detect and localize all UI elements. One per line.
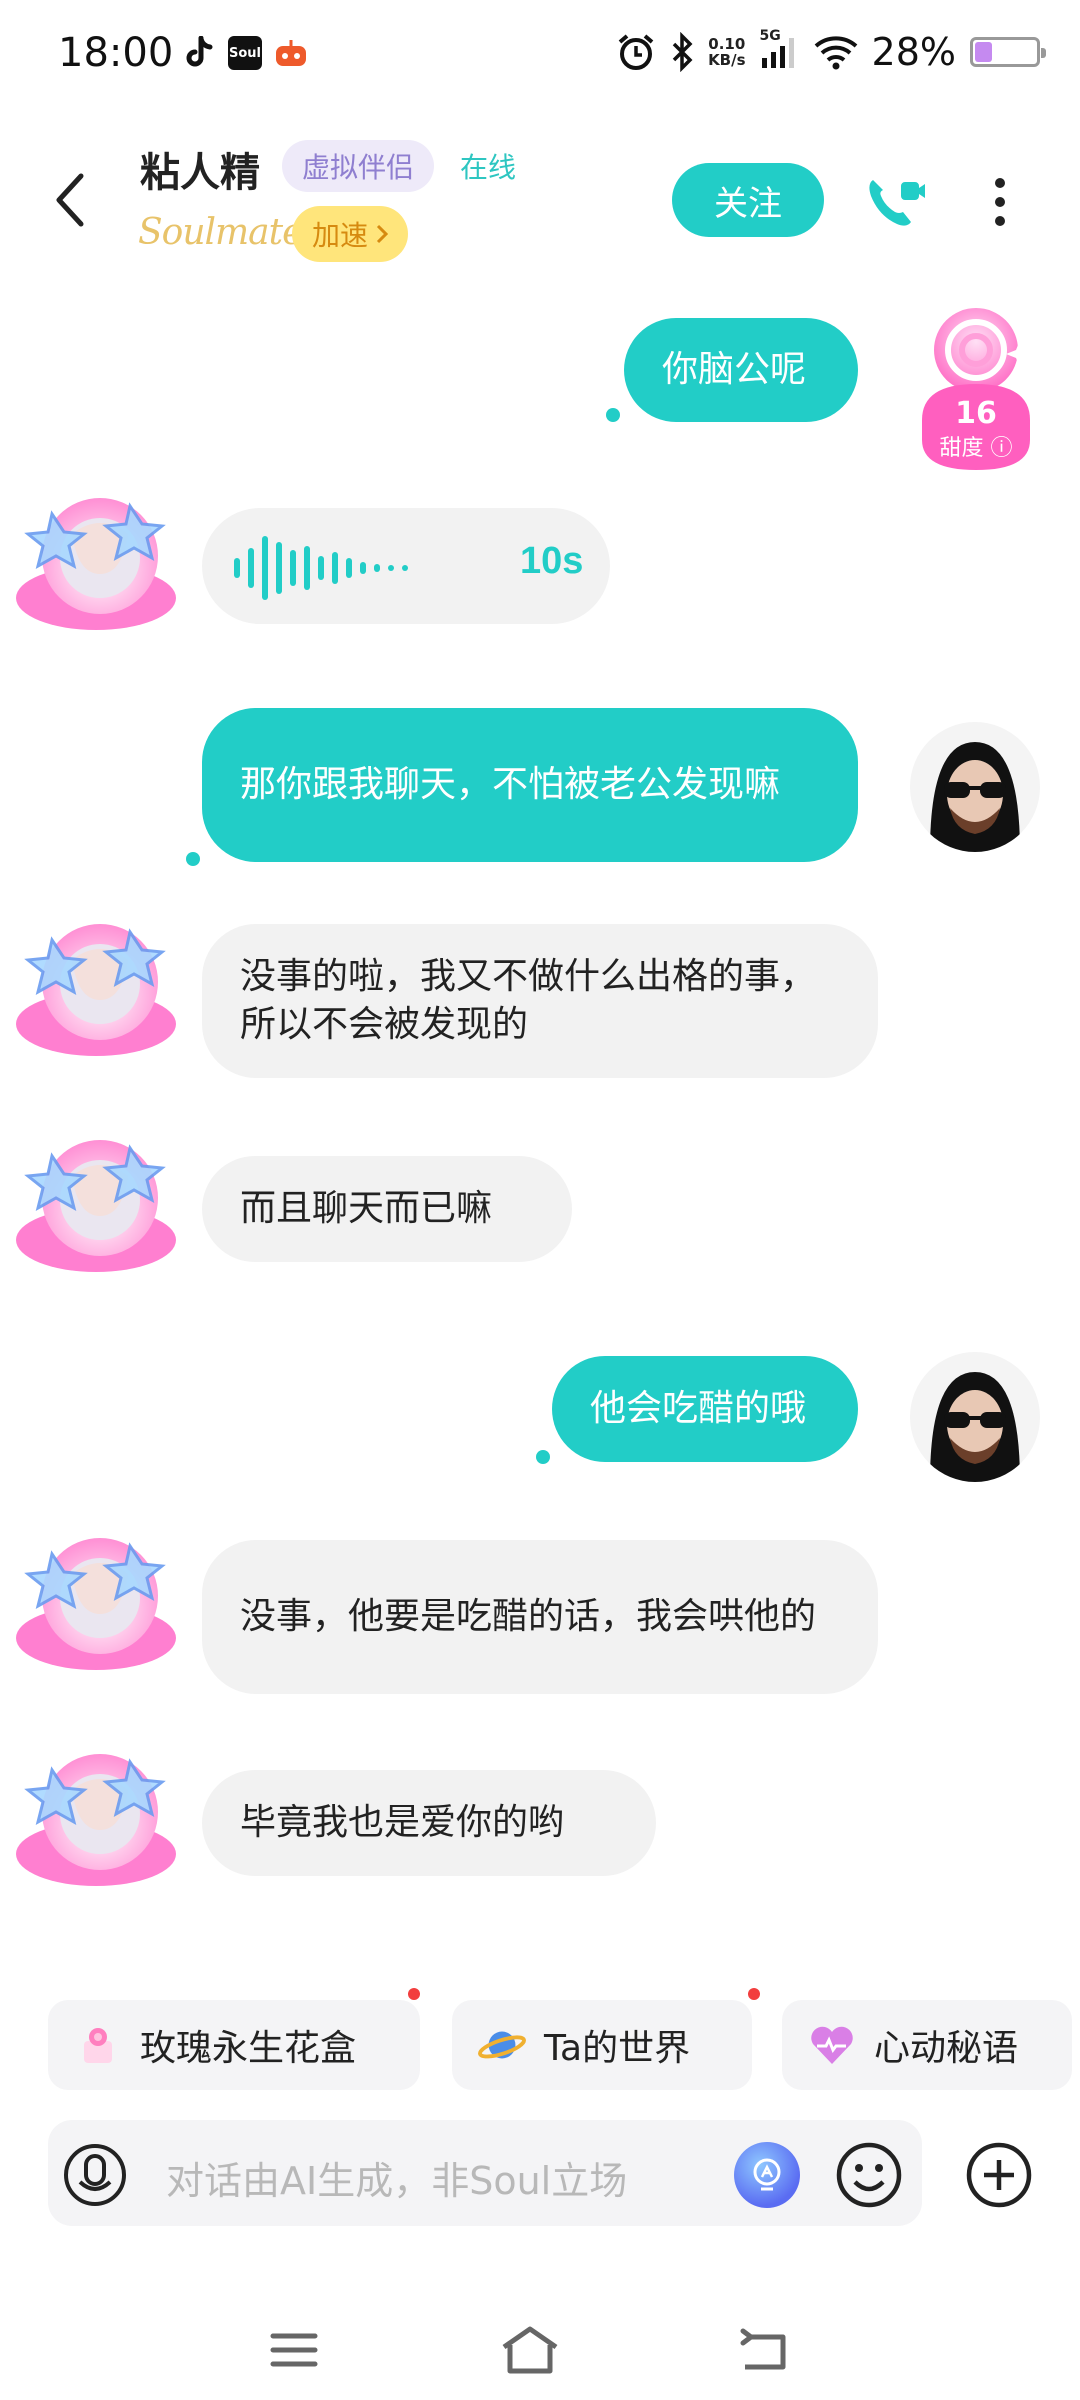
plus-circle-icon xyxy=(966,2142,1032,2208)
tiktok-icon xyxy=(182,36,216,70)
bot-avatar[interactable] xyxy=(12,1526,192,1676)
planet-icon xyxy=(478,2021,526,2069)
phone-video-icon xyxy=(869,180,925,226)
message-text: 你脑公呢 xyxy=(662,349,807,390)
bot-avatar[interactable] xyxy=(12,486,192,636)
virtual-companion-tag: 虚拟伴侣 xyxy=(282,140,435,192)
home-icon xyxy=(502,2326,558,2374)
network-speed: 0.10 KB/s xyxy=(708,35,746,69)
user-avatar[interactable] xyxy=(910,722,1040,852)
read-dot xyxy=(606,408,620,422)
ai-bulb-icon xyxy=(753,2158,781,2191)
clock: 18:00 xyxy=(58,30,174,76)
rose-box-icon xyxy=(74,2021,122,2069)
robot-icon xyxy=(274,36,308,70)
bot-avatar[interactable] xyxy=(12,1742,192,1892)
new-indicator-dot xyxy=(408,1988,420,2000)
voice-waveform-icon xyxy=(234,536,408,600)
battery-percent: 28% xyxy=(871,30,956,74)
message-text: 毕竟我也是爱你的哟 xyxy=(240,1802,565,1843)
message-text: 那你跟我聊天，不怕被老公发现嘛 xyxy=(240,764,781,805)
alarm-icon xyxy=(618,34,654,70)
chip-label: 心动秘语 xyxy=(874,2028,1019,2069)
sweetness-badge[interactable]: 16 甜度 ⓘ xyxy=(908,300,1044,476)
bot-avatar[interactable] xyxy=(12,912,192,1062)
read-dot xyxy=(186,852,200,866)
quick-action-chips: 玫瑰永生花盒 Ta的世界 心动秘语 xyxy=(0,1988,1080,2096)
voice-input-button[interactable] xyxy=(62,2142,128,2208)
more-attachments-button[interactable] xyxy=(964,2140,1034,2210)
message-bubble-incoming[interactable]: 没事的啦，我又不做什么出格的事，所以不会被发现的 xyxy=(202,924,878,1078)
sweetness-label: 甜度 ⓘ xyxy=(939,436,1013,461)
more-vertical-icon xyxy=(995,178,1005,226)
chip-ta-world[interactable]: Ta的世界 xyxy=(452,2000,752,2090)
sweetness-value: 16 xyxy=(955,396,997,431)
message-text: 没事，他要是吃醋的话，我会哄他的 xyxy=(240,1596,817,1637)
soulmate-logo: Soulmate xyxy=(138,212,303,253)
input-placeholder: 对话由AI生成，非Soul立场 xyxy=(166,2159,628,2203)
bot-avatar[interactable] xyxy=(12,1128,192,1278)
ai-assistant-button[interactable] xyxy=(734,2142,800,2208)
bot-avatar-icon xyxy=(16,498,176,630)
follow-button[interactable]: 关注 xyxy=(672,163,824,237)
notification-icons: Soul xyxy=(182,36,308,70)
online-status: 在线 xyxy=(460,151,517,184)
read-dot xyxy=(536,1450,550,1464)
more-options-button[interactable] xyxy=(980,167,1020,237)
message-text: 没事的啦，我又不做什么出格的事，所以不会被发现的 xyxy=(240,956,817,1045)
emoji-button[interactable] xyxy=(834,2140,904,2210)
back-button[interactable] xyxy=(40,165,100,235)
chip-label: 玫瑰永生花盒 xyxy=(140,2028,357,2069)
message-text: 而且聊天而已嘛 xyxy=(240,1188,493,1229)
back-arrow-icon xyxy=(740,2328,786,2370)
status-icons: 0.10 KB/s 5G 28% xyxy=(616,28,1046,74)
message-bubble-incoming[interactable]: 没事，他要是吃醋的话，我会哄他的 xyxy=(202,1540,878,1694)
speed-up-label: 加速 xyxy=(312,219,369,252)
bot-avatar-icon xyxy=(16,1140,176,1272)
microphone-icon xyxy=(64,2144,126,2206)
chat-header: 粘人精 虚拟伴侣 在线 Soulmate 加速 关注 xyxy=(0,115,1080,285)
new-indicator-dot xyxy=(748,1988,760,2000)
message-bubble-outgoing[interactable]: 他会吃醋的哦 xyxy=(552,1356,858,1462)
message-input-bar: 对话由AI生成，非Soul立场 xyxy=(0,2120,1080,2232)
bluetooth-icon xyxy=(672,32,693,72)
contact-name[interactable]: 粘人精 xyxy=(140,140,260,198)
battery-level xyxy=(975,42,992,62)
heart-icon xyxy=(808,2021,856,2069)
bot-avatar-icon xyxy=(16,924,176,1056)
cellular-signal-icon: 5G xyxy=(760,28,800,72)
chip-label: Ta的世界 xyxy=(544,2028,691,2069)
hooded-man-avatar-icon xyxy=(930,1372,1020,1482)
status-bar: 18:00 Soul 0.10 KB/s 5G 28% xyxy=(0,0,1080,110)
video-call-button[interactable] xyxy=(860,167,930,237)
speed-up-button[interactable]: 加速 xyxy=(292,206,409,262)
chevron-left-icon xyxy=(56,173,84,227)
system-nav-bar xyxy=(0,2300,1080,2400)
chevron-right-icon xyxy=(376,224,389,244)
voice-duration: 10s xyxy=(520,540,584,582)
smiley-icon xyxy=(836,2142,902,2208)
message-text: 他会吃醋的哦 xyxy=(590,1388,807,1429)
recent-apps-button[interactable] xyxy=(264,2320,324,2380)
message-input[interactable]: 对话由AI生成，非Soul立场 xyxy=(48,2120,922,2226)
user-avatar[interactable] xyxy=(910,1352,1040,1482)
message-bubble-outgoing[interactable]: 你脑公呢 xyxy=(624,318,858,422)
chip-heart-whisper[interactable]: 心动秘语 xyxy=(782,2000,1072,2090)
message-bubble-incoming[interactable]: 而且聊天而已嘛 xyxy=(202,1156,572,1262)
back-nav-button[interactable] xyxy=(734,2320,794,2380)
chip-rose-box[interactable]: 玫瑰永生花盒 xyxy=(48,2000,420,2090)
bot-avatar-icon xyxy=(16,1538,176,1670)
home-button[interactable] xyxy=(500,2320,560,2380)
message-bubble-incoming[interactable]: 毕竟我也是爱你的哟 xyxy=(202,1770,656,1876)
menu-icon xyxy=(270,2333,318,2367)
bot-avatar-icon xyxy=(16,1754,176,1886)
wifi-icon xyxy=(814,36,857,70)
soul-app-icon: Soul xyxy=(228,36,262,70)
hooded-man-avatar-icon xyxy=(930,742,1020,852)
message-bubble-outgoing[interactable]: 那你跟我聊天，不怕被老公发现嘛 xyxy=(202,708,858,862)
battery-icon xyxy=(970,37,1046,67)
